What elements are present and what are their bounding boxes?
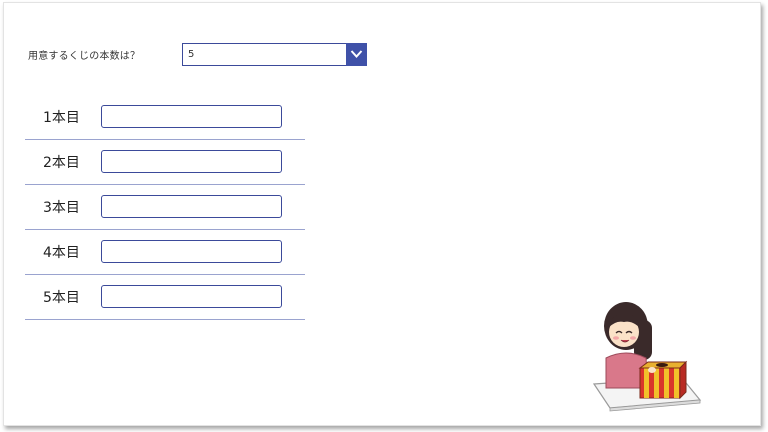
- dropdown-selected-value: 5: [188, 49, 195, 60]
- lottery-row: 4本目: [25, 230, 305, 275]
- dropdown-toggle-button[interactable]: [346, 43, 367, 66]
- row-label: 3本目: [43, 200, 80, 216]
- lottery-row: 1本目: [25, 95, 305, 140]
- row-label: 1本目: [43, 110, 80, 126]
- lottery-box-girl-illustration: [592, 302, 702, 412]
- lottery-text-input-5[interactable]: [101, 285, 282, 308]
- lottery-row: 3本目: [25, 185, 305, 230]
- lottery-text-input-3[interactable]: [101, 195, 282, 218]
- lottery-row: 2本目: [25, 140, 305, 185]
- lottery-text-input-2[interactable]: [101, 150, 282, 173]
- lottery-text-input-1[interactable]: [101, 105, 282, 128]
- lottery-row: 5本目: [25, 275, 305, 320]
- row-label: 4本目: [43, 245, 80, 261]
- question-label: 用意するくじの本数は？: [28, 51, 141, 62]
- chevron-down-icon: [350, 50, 363, 58]
- app-canvas: 用意するくじの本数は？ 5 1本目 2本目 3本目 4本目 5本目: [3, 2, 761, 426]
- row-label: 5本目: [43, 290, 80, 306]
- lottery-count-dropdown[interactable]: 5: [182, 43, 367, 66]
- row-label: 2本目: [43, 155, 80, 171]
- lottery-text-input-4[interactable]: [101, 240, 282, 263]
